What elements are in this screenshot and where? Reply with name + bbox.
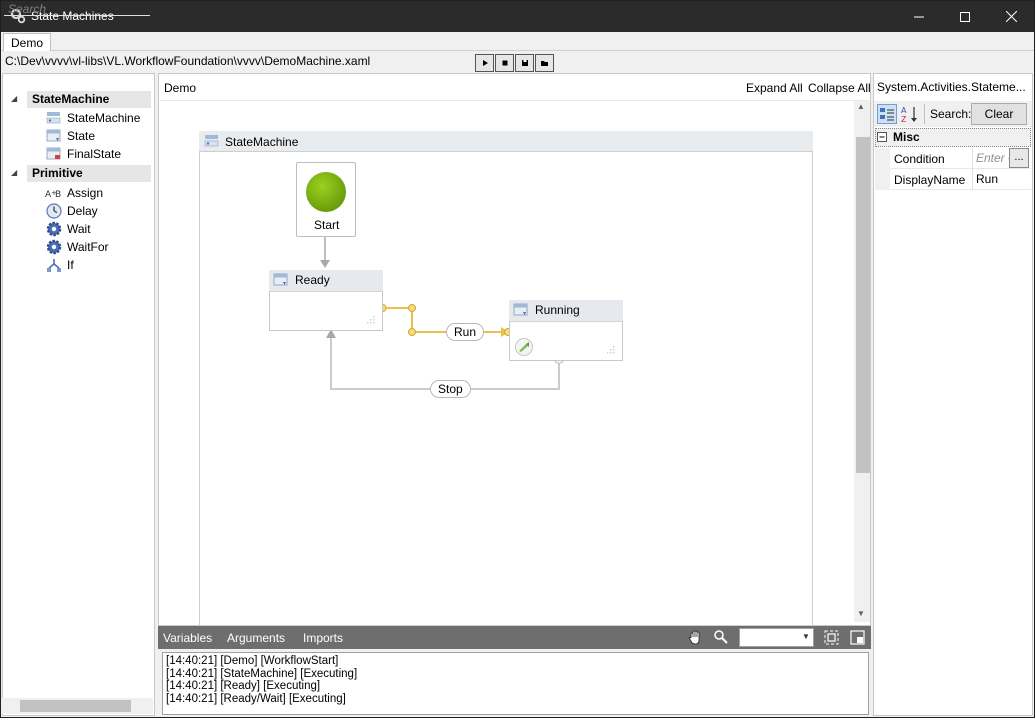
entry-action-icon[interactable] <box>514 337 534 357</box>
start-label: Start <box>314 218 340 232</box>
property-gutter <box>875 148 890 190</box>
condition-editor-button[interactable]: ... <box>1009 148 1029 168</box>
state-icon <box>513 303 529 317</box>
property-divider <box>972 148 973 169</box>
imports-tab[interactable]: Imports <box>303 631 343 645</box>
arguments-tab[interactable]: Arguments <box>227 631 285 645</box>
state-running-title: Running <box>535 303 580 317</box>
start-circle-icon <box>306 172 346 212</box>
state-ready-title: Ready <box>295 273 330 287</box>
pan-hand-icon[interactable] <box>687 629 704 646</box>
resize-grip-icon[interactable] <box>365 314 375 324</box>
property-divider <box>972 169 973 190</box>
overview-map-icon[interactable] <box>850 630 865 645</box>
condition-input[interactable]: Enter C <box>976 151 1010 165</box>
properties-search-label: Search: <box>930 107 972 121</box>
categorized-icon <box>880 108 894 121</box>
properties-title: System.Activities.Stateme... <box>877 80 1026 94</box>
property-name: Condition <box>894 152 945 166</box>
log-line: [14:40:21] [Ready] [Executing] <box>166 680 321 692</box>
property-name: DisplayName <box>894 173 966 187</box>
zoom-level-combo[interactable]: ▼ <box>739 628 814 647</box>
chevron-down-icon: ▼ <box>802 632 810 641</box>
toolbar-separator <box>924 104 925 124</box>
log-line: [14:40:21] [StateMachine] [Executing] <box>166 667 358 680</box>
svg-text:A: A <box>901 106 907 115</box>
category-label: Misc <box>893 130 920 144</box>
magnifier-icon[interactable] <box>713 629 729 645</box>
output-log[interactable]: [14:40:21] [Demo] [WorkflowStart] [14:40… <box>162 652 869 715</box>
log-line: [14:40:21] [Ready/Wait] [Executing] <box>166 692 346 705</box>
transition-stop-label[interactable]: Stop <box>430 380 471 398</box>
app-window: State Machines Demo C:\Dev\vvvv\vl-libs\… <box>0 0 1035 718</box>
variables-tab[interactable]: Variables <box>163 631 212 645</box>
state-icon <box>273 273 289 287</box>
svg-text:Z: Z <box>901 115 907 124</box>
alphabetical-view-button[interactable]: AZ <box>900 104 920 124</box>
fit-to-screen-icon[interactable] <box>824 630 839 645</box>
sort-az-icon: AZ <box>901 106 917 124</box>
property-row-displayname[interactable]: DisplayName Run <box>890 169 1031 190</box>
log-line: [14:40:21] [Demo] [WorkflowStart] <box>166 655 339 667</box>
transition-run-label[interactable]: Run <box>446 323 485 341</box>
displayname-input[interactable]: Run <box>976 172 998 186</box>
clear-button[interactable]: Clear <box>971 103 1027 125</box>
collapse-minus-icon[interactable] <box>877 132 887 142</box>
categorized-view-button[interactable] <box>877 104 897 124</box>
resize-grip-icon[interactable] <box>605 344 615 354</box>
